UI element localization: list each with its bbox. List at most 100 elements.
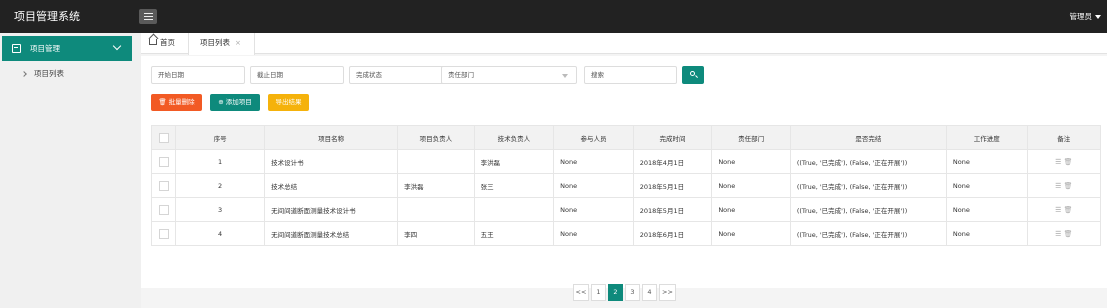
table-row: 1 技术设计书 李洪磊 None 2018年4月1日 None ((True, … (150, 149, 1102, 174)
cell-participants: None (553, 221, 634, 246)
select-all-cell (150, 125, 177, 150)
cell-project-name: 无间间道断面测量技术总结 (264, 221, 399, 246)
select-all-checkbox[interactable] (158, 132, 169, 143)
col-finish-time: 完成时间 (632, 125, 713, 150)
row-checkbox[interactable] (158, 156, 169, 167)
row-checkbox[interactable] (158, 204, 169, 215)
content-panel: 开始日期 截止日期 完成状态 责任部门 搜索 🗑 批量删除 ⊕ 添加项目 导出结… (141, 56, 1107, 301)
cell-index: 1 (175, 149, 266, 174)
col-project-name: 项目名称 (264, 125, 399, 150)
page-button-2[interactable]: 2 (608, 284, 623, 301)
export-button[interactable]: 导出结果 (268, 94, 309, 111)
chevron-down-icon (112, 41, 122, 51)
row-actions[interactable]: ☰ 🗑 (1026, 149, 1102, 174)
cell-department: None (711, 149, 791, 174)
project-table: 序号 项目名称 项目负责人 技术负责人 参与人员 完成时间 责任部门 是否完结 … (150, 125, 1102, 246)
row-select-cell (150, 149, 177, 174)
cell-index: 2 (175, 173, 266, 198)
cell-project-lead (397, 197, 475, 222)
top-bar: 项目管理系统 管理员 (0, 0, 1107, 33)
trash-icon: 🗑 (158, 98, 169, 106)
form-icon (12, 44, 21, 53)
cell-progress: None (945, 221, 1028, 246)
cell-project-lead: 李四 (397, 221, 475, 246)
cell-progress: None (945, 149, 1028, 174)
page-first-button[interactable]: << (573, 284, 589, 301)
home-icon (149, 39, 157, 45)
search-button[interactable] (682, 66, 704, 84)
cell-project-name: 技术设计书 (264, 149, 399, 174)
end-date-input[interactable]: 截止日期 (250, 66, 344, 84)
row-actions[interactable]: ☰ 🗑 (1026, 197, 1102, 222)
search-input[interactable]: 搜索 (584, 66, 677, 84)
department-select[interactable]: 责任部门 (441, 66, 577, 84)
row-select-cell (150, 173, 177, 198)
status-select-label: 完成状态 (356, 71, 382, 79)
page-last-button[interactable]: >> (659, 284, 676, 301)
table-header-row: 序号 项目名称 项目负责人 技术负责人 参与人员 完成时间 责任部门 是否完结 … (150, 125, 1102, 150)
page-button-4[interactable]: 4 (642, 284, 657, 301)
search-icon (690, 71, 695, 76)
tab-project-list-label: 项目列表 (200, 38, 230, 47)
main-area: 首页 项目列表 × 开始日期 截止日期 完成状态 责任部门 搜索 🗑 批量删除 ⊕… (141, 33, 1107, 308)
page-button-1[interactable]: 1 (591, 284, 606, 301)
col-index: 序号 (175, 125, 266, 150)
sidebar: 项目管理 项目列表 (0, 33, 141, 308)
sidebar-item-project-list[interactable]: 项目列表 (21, 68, 64, 79)
cell-tech-lead: 李洪磊 (473, 149, 555, 174)
tab-home[interactable]: 首页 (146, 33, 186, 54)
department-select-label: 责任部门 (448, 71, 474, 79)
close-icon[interactable]: × (235, 39, 241, 47)
row-select-cell (150, 221, 177, 246)
add-project-button[interactable]: ⊕ 添加项目 (210, 94, 260, 111)
caret-down-icon (562, 74, 568, 78)
page-button-3[interactable]: 3 (625, 284, 640, 301)
add-project-label: 添加项目 (225, 98, 252, 106)
cell-tech-lead (473, 197, 555, 222)
cell-department: None (711, 173, 791, 198)
col-participants: 参与人员 (553, 125, 634, 150)
sidebar-section-label: 项目管理 (30, 44, 60, 53)
cell-completed: ((True, '已完成'), (False, '正在开展')) (789, 221, 947, 246)
col-tech-lead: 技术负责人 (473, 125, 555, 150)
row-actions[interactable]: ☰ 🗑 (1026, 173, 1102, 198)
user-menu[interactable]: 管理员 (1070, 0, 1101, 33)
tab-bar: 首页 项目列表 × (141, 33, 1107, 55)
cell-participants: None (553, 197, 634, 222)
row-checkbox[interactable] (158, 228, 169, 239)
row-checkbox[interactable] (158, 180, 169, 191)
cell-index: 3 (175, 197, 266, 222)
cell-index: 4 (175, 221, 266, 246)
row-select-cell (150, 197, 177, 222)
plus-circle-icon: ⊕ (218, 98, 226, 106)
tab-project-list[interactable]: 项目列表 × (188, 33, 255, 55)
col-notes: 备注 (1026, 125, 1102, 150)
table-row: 3 无间间道断面测量技术设计书 None 2018年5月1日 None ((Tr… (150, 197, 1102, 222)
cell-department: None (711, 197, 791, 222)
cell-participants: None (553, 149, 634, 174)
cell-completed: ((True, '已完成'), (False, '正在开展')) (789, 149, 947, 174)
col-completed: 是否完结 (789, 125, 947, 150)
table-row: 4 无间间道断面测量技术总结 李四 五王 None 2018年6月1日 None… (150, 221, 1102, 246)
cell-completed: ((True, '已完成'), (False, '正在开展')) (789, 173, 947, 198)
cell-project-lead (397, 149, 475, 174)
cell-project-name: 技术总结 (264, 173, 399, 198)
col-department: 责任部门 (711, 125, 791, 150)
cell-project-lead: 李洪磊 (397, 173, 475, 198)
col-project-lead: 项目负责人 (397, 125, 475, 150)
sidebar-item-label: 项目列表 (34, 69, 64, 78)
cell-finish-time: 2018年4月1日 (632, 149, 713, 174)
row-actions[interactable]: ☰ 🗑 (1026, 221, 1102, 246)
chevron-right-icon (21, 71, 27, 77)
sidebar-section-project-management[interactable]: 项目管理 (2, 36, 132, 61)
cell-tech-lead: 张三 (473, 173, 555, 198)
cell-finish-time: 2018年5月1日 (632, 173, 713, 198)
cell-project-name: 无间间道断面测量技术设计书 (264, 197, 399, 222)
batch-delete-button[interactable]: 🗑 批量删除 (151, 94, 202, 111)
cell-department: None (711, 221, 791, 246)
start-date-input[interactable]: 开始日期 (151, 66, 245, 84)
menu-toggle-icon[interactable] (139, 9, 157, 24)
cell-participants: None (553, 173, 634, 198)
batch-delete-label: 批量删除 (168, 98, 195, 106)
cell-progress: None (945, 173, 1028, 198)
